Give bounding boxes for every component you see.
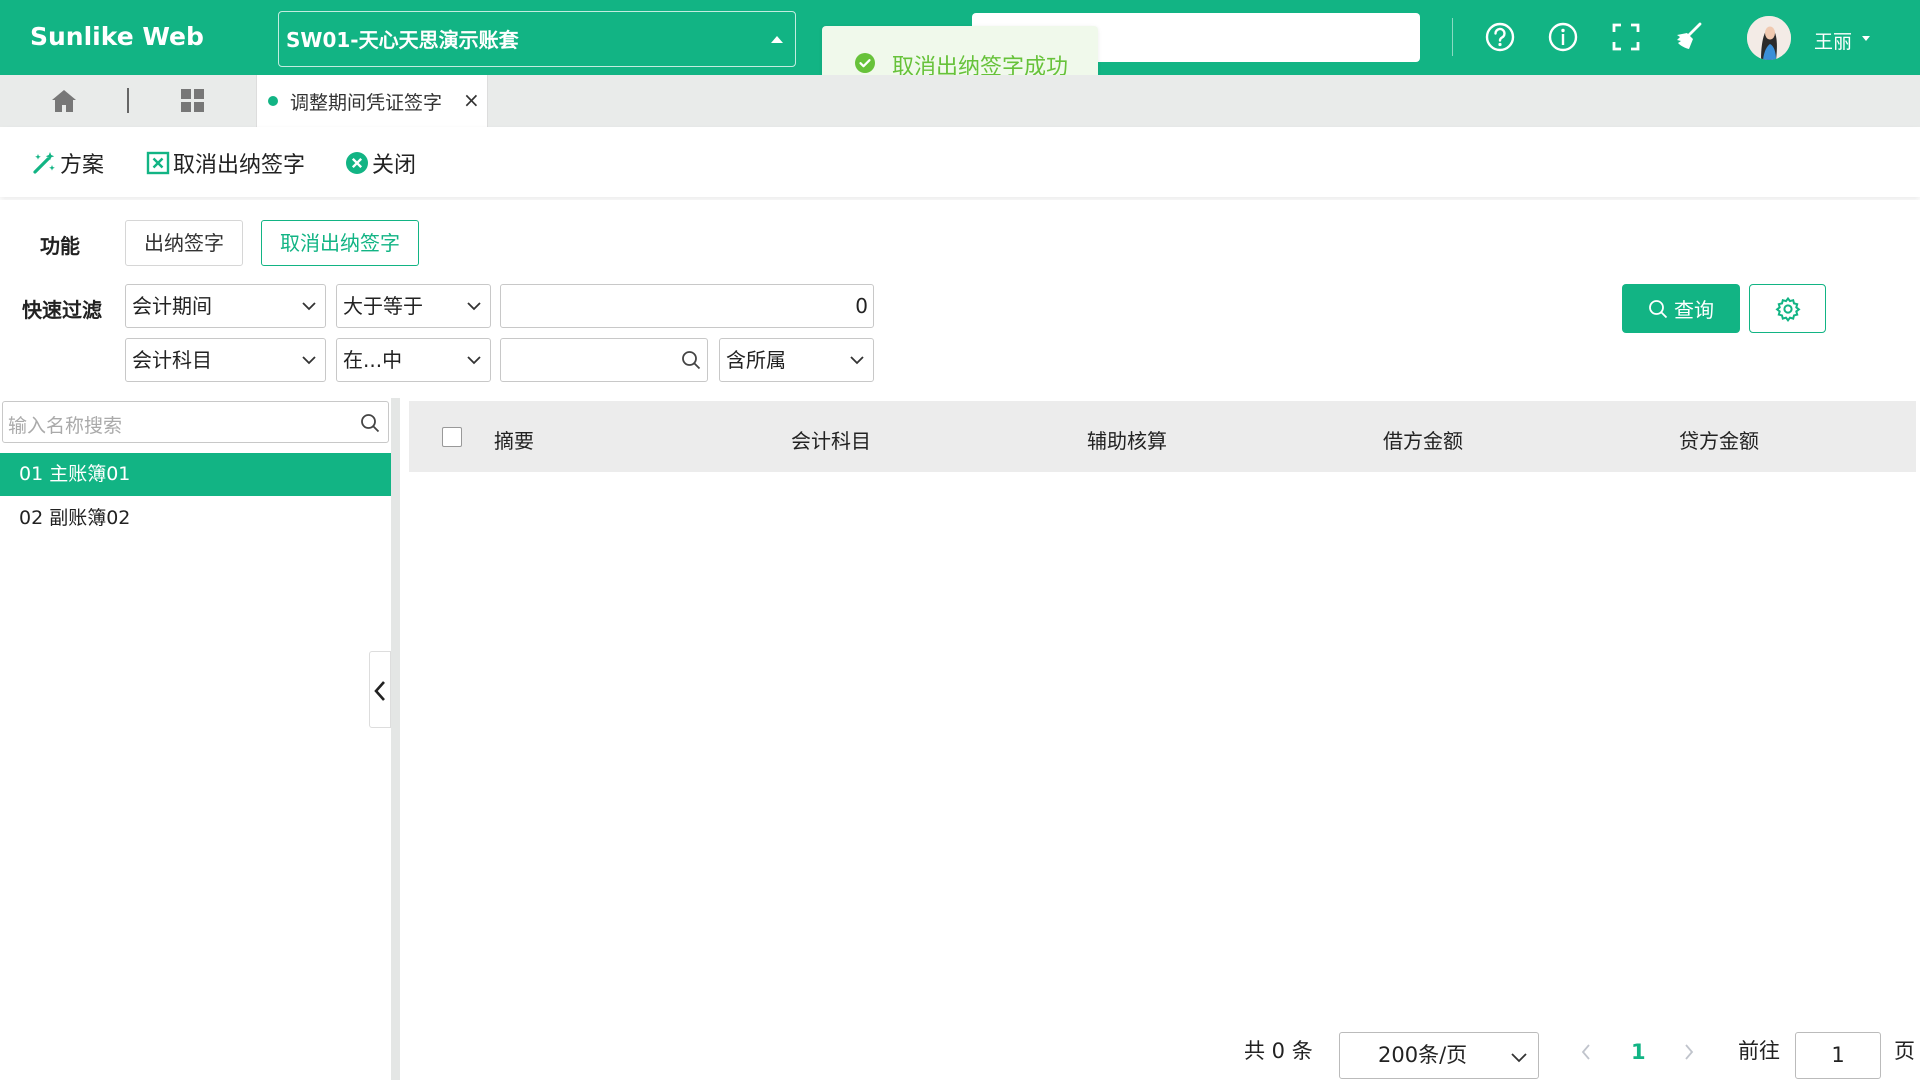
query-label: 查询 (1674, 298, 1714, 322)
fullscreen-icon[interactable] (1609, 20, 1643, 54)
avatar[interactable] (1747, 16, 1791, 60)
caret-down-icon[interactable] (1862, 36, 1870, 41)
filter-operator-select-2[interactable]: 在...中 (336, 338, 491, 382)
cancel-cashier-sign-button[interactable]: 取消出纳签字 (146, 149, 306, 178)
filter-operator-value: 在...中 (343, 348, 403, 372)
filter-operator-select-1[interactable]: 大于等于 (336, 284, 491, 328)
close-label: 关闭 (372, 153, 417, 178)
scope-value: 含所属 (726, 348, 786, 372)
chevron-down-icon (849, 352, 865, 368)
collapse-panel-button[interactable] (369, 651, 391, 728)
chevron-left-icon (373, 680, 387, 702)
select-all-checkbox[interactable] (442, 427, 462, 447)
divider (1452, 18, 1453, 56)
cancel-cashier-sign-option[interactable]: 取消出纳签字 (261, 220, 419, 266)
close-circle-icon (345, 151, 369, 175)
search-icon[interactable] (360, 413, 380, 433)
toolbar: 方案 取消出纳签字 关闭 (0, 127, 1920, 197)
account-set-select[interactable]: SW01-天心天思演示账套 (278, 11, 796, 67)
close-icon[interactable]: × (463, 88, 480, 112)
column-header[interactable]: 摘要 (494, 425, 534, 454)
tab-label: 调整期间凭证签字 (290, 92, 443, 114)
home-icon[interactable] (50, 88, 78, 114)
account-subject-lookup-input[interactable] (500, 338, 708, 382)
panel-splitter[interactable] (391, 398, 400, 1080)
column-header[interactable]: 会计科目 (791, 425, 871, 454)
filter-value-input-1[interactable]: 0 (500, 284, 874, 328)
cancel-cashier-sign-label: 取消出纳签字 (173, 153, 306, 178)
account-set-value: SW01-天心天思演示账套 (286, 28, 519, 52)
query-button[interactable]: 查询 (1622, 284, 1740, 333)
next-page-icon[interactable] (1683, 1043, 1695, 1061)
filter-field-select-2[interactable]: 会计科目 (125, 338, 326, 382)
chevron-down-icon (466, 352, 482, 368)
search-icon (1648, 299, 1668, 319)
goto-page-input[interactable]: 1 (1795, 1032, 1881, 1079)
brand-logo: Sunlike Web (30, 22, 204, 51)
grid-menu-icon[interactable] (180, 88, 206, 114)
info-icon[interactable] (1546, 20, 1580, 54)
broom-clean-icon[interactable] (1672, 20, 1706, 54)
grid-header: 摘要 会计科目 辅助核算 借方金额 贷方金额 (409, 401, 1916, 472)
column-header[interactable]: 贷方金额 (1679, 425, 1759, 454)
cashier-sign-option[interactable]: 出纳签字 (125, 220, 243, 266)
tab-voucher-sign[interactable]: 调整期间凭证签字 × (256, 75, 488, 127)
scope-select[interactable]: 含所属 (719, 338, 874, 382)
goto-label: 前往 (1738, 1039, 1780, 1063)
search-icon[interactable] (681, 350, 701, 370)
prev-page-icon[interactable] (1580, 1043, 1592, 1061)
filter-field-value: 会计科目 (132, 348, 212, 372)
function-label: 功能 (40, 234, 80, 258)
active-dot-icon (268, 96, 278, 106)
column-header[interactable]: 借方金额 (1383, 425, 1463, 454)
chevron-down-icon (301, 298, 317, 314)
user-name[interactable]: 王丽 (1814, 27, 1852, 54)
quick-filter-label: 快速过滤 (22, 298, 102, 322)
chevron-down-icon (466, 298, 482, 314)
book-item-02[interactable]: 02 副账簿02 (0, 497, 391, 540)
check-circle-icon (854, 52, 876, 74)
current-page-number[interactable]: 1 (1631, 1040, 1646, 1064)
filter-field-select-1[interactable]: 会计期间 (125, 284, 326, 328)
chevron-down-icon (301, 352, 317, 368)
help-icon[interactable] (1483, 20, 1517, 54)
scheme-button[interactable]: 方案 (31, 149, 105, 178)
filter-field-value: 会计期间 (132, 294, 212, 318)
book-item-01[interactable]: 01 主账簿01 (0, 453, 391, 496)
gear-icon (1774, 296, 1801, 322)
tab-bar: 调整期间凭证签字 × (0, 75, 1920, 127)
column-header[interactable]: 辅助核算 (1087, 425, 1167, 454)
cancel-sign-icon (146, 151, 170, 175)
close-button[interactable]: 关闭 (345, 149, 417, 178)
chevron-down-icon (1510, 1048, 1528, 1066)
ledger-book-panel: 输入名称搜索 01 主账簿01 02 副账簿02 (0, 398, 391, 1080)
page-unit-label: 页 (1894, 1039, 1915, 1063)
scheme-label: 方案 (60, 153, 105, 178)
total-count: 共 0 条 (1244, 1039, 1313, 1063)
filter-panel: 功能 出纳签字 取消出纳签字 快速过滤 会计期间 大于等于 0 会计科目 在..… (0, 200, 1920, 396)
book-search-input[interactable]: 输入名称搜索 (2, 401, 389, 443)
page-size-select[interactable]: 200条/页 (1339, 1032, 1539, 1079)
magic-wand-icon (31, 150, 57, 176)
page-size-value: 200条/页 (1378, 1043, 1468, 1067)
search-placeholder: 输入名称搜索 (8, 415, 123, 437)
filter-operator-value: 大于等于 (343, 294, 423, 318)
divider (127, 88, 129, 113)
filter-settings-button[interactable] (1749, 284, 1826, 333)
caret-up-icon (771, 36, 783, 43)
